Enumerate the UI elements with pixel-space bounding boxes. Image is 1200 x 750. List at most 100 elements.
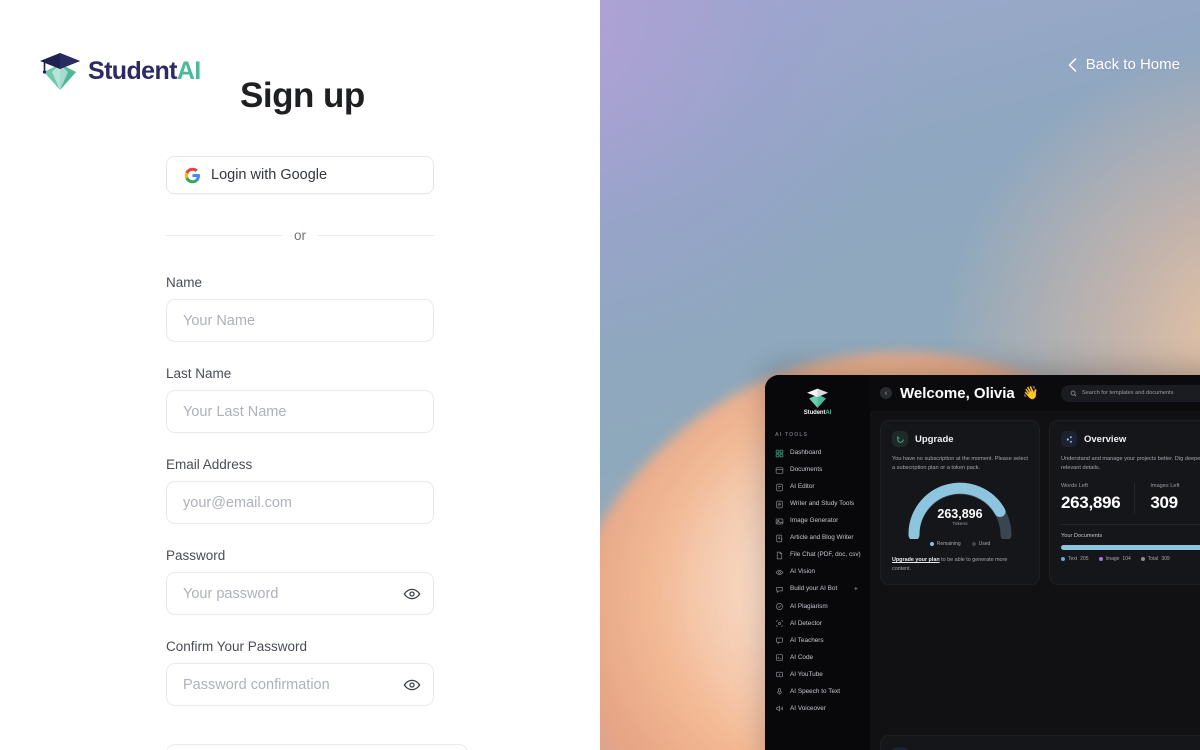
preview-sidebar-item-documents[interactable]: Documents: [765, 462, 870, 479]
preview-tokens-unit: Tokens: [952, 522, 968, 528]
grid-icon: [775, 449, 784, 458]
legend-dot-text: [1061, 557, 1065, 562]
image-icon: [775, 518, 784, 525]
page-title: Sign up: [240, 76, 365, 115]
preview-sidebar-item-dashboard[interactable]: Dashboard: [765, 445, 870, 462]
preview-sidebar-item-ai-vision[interactable]: AI Vision: [765, 564, 870, 581]
nodes-icon: [1061, 431, 1077, 447]
preview-sidebar-label: AI YouTube: [790, 670, 823, 678]
field-label-name: Name: [166, 275, 203, 290]
back-to-home-link[interactable]: Back to Home: [1068, 56, 1180, 73]
nodes-icon-glyph: [1066, 435, 1072, 443]
speaker-icon: [776, 705, 783, 712]
preview-stat-label: Images Left: [1150, 483, 1180, 490]
preview-gauge-legend: Remaining Used: [892, 541, 1028, 547]
legend-value-image: 104: [1122, 556, 1131, 563]
legend-label-remaining: Remaining: [936, 541, 961, 548]
article-icon: [776, 534, 783, 543]
divider-line-right: [318, 235, 435, 236]
toggle-confirm-password-visibility-button[interactable]: [402, 675, 422, 695]
preview-upgrade-card-head: Upgrade: [892, 431, 1028, 447]
preview-sidebar-item-image-generator[interactable]: Image Generator: [765, 513, 870, 530]
password-input[interactable]: [166, 572, 434, 615]
preview-upgrade-plan-link[interactable]: Upgrade your plan: [892, 557, 940, 563]
preview-sidebar-label: Build your AI Bot: [790, 585, 838, 593]
preview-stat-words-left: Words Left 263,896: [1061, 483, 1134, 513]
preview-sidebar-item-ai-plagiarism[interactable]: AI Plagiarism: [765, 598, 870, 615]
login-with-google-button[interactable]: Login with Google: [166, 156, 434, 194]
pen-document-icon: [776, 500, 783, 509]
brand-wordmark: StudentAI: [88, 56, 201, 85]
preview-sidebar-item-build-your-ai-bot[interactable]: Build your AI Bot +: [765, 581, 870, 598]
brand-logo[interactable]: StudentAI: [38, 50, 201, 92]
legend-dot-total: [1140, 557, 1145, 562]
toggle-password-visibility-button[interactable]: [402, 584, 422, 604]
preview-collapse-sidebar-button[interactable]: ‹: [880, 387, 892, 399]
preview-legend-used: Used: [971, 541, 990, 547]
preview-sidebar-item-article-and-blog-writer[interactable]: Article and Blog Writer: [765, 530, 870, 547]
preview-sidebar-add-icon[interactable]: +: [854, 585, 862, 594]
name-input[interactable]: [166, 299, 434, 342]
file-chat-icon: [776, 551, 783, 560]
field-label-last-name: Last Name: [166, 366, 232, 381]
search-icon: [1070, 390, 1077, 396]
chevron-left-icon: [1068, 57, 1077, 72]
preview-documents-legend: Text 205 Image 104 Total 309: [1061, 556, 1200, 562]
email-input[interactable]: [166, 481, 434, 524]
preview-doc-legend-total: Total 309: [1140, 556, 1170, 563]
preview-sidebar-item-ai-code[interactable]: AI Code: [765, 649, 870, 666]
preview-welcome-title: Welcome, Olivia: [900, 384, 1015, 402]
refresh-icon: [892, 431, 908, 447]
signup-page: StudentAI Sign up Login with Google or N…: [0, 0, 1200, 750]
eye-icon: [403, 588, 421, 599]
preview-sidebar-item-ai-speech-to-text[interactable]: AI Speech to Text: [765, 683, 870, 700]
preview-sidebar-item-ai-detector[interactable]: AI Detector: [765, 615, 870, 632]
preview-favorite-documents-panel[interactable]: Favorite Documents: [880, 735, 1200, 750]
divider-or: or: [166, 228, 435, 243]
preview-sidebar-label: Writer and Study Tools: [790, 500, 855, 508]
last-name-input[interactable]: [166, 390, 434, 433]
confirm-password-input[interactable]: [166, 663, 434, 706]
preview-topbar: ‹ Welcome, Olivia 👋 Search for templates…: [870, 375, 1200, 411]
legend-value-total: 309: [1161, 556, 1170, 563]
signup-form: Login with Google or Name Last Name: [166, 156, 435, 706]
preview-sidebar-wordmark: StudentAI: [803, 410, 832, 416]
input-wrap-confirm-password: [166, 663, 434, 706]
preview-documents-label: Your Documents: [1061, 533, 1103, 540]
preview-search-field[interactable]: Search for templates and documents: [1060, 384, 1200, 402]
refresh-icon-glyph: [896, 435, 904, 443]
preview-sidebar-item-writer-and-study-tools[interactable]: Writer and Study Tools: [765, 496, 870, 513]
preview-overview-card-head: Overview: [1061, 431, 1200, 447]
next-form-control[interactable]: [166, 744, 468, 750]
google-g-icon: [184, 167, 200, 183]
preview-logo-word2: AI: [825, 410, 832, 416]
back-to-home-label: Back to Home: [1085, 56, 1180, 73]
preview-tokens-gauge: 263,896 Tokens: [904, 481, 1016, 540]
preview-stat-images-left: Images Left 309: [1134, 483, 1193, 514]
microphone-icon: [777, 688, 782, 696]
preview-overview-description: Understand and manage your projects bett…: [1061, 456, 1200, 472]
field-confirm-password: Confirm Your Password: [166, 639, 434, 706]
preview-sidebar-logo: StudentAI: [765, 387, 870, 416]
brand-word-student: Student: [88, 56, 177, 85]
preview-sidebar-item-ai-editor[interactable]: AI Editor: [765, 479, 870, 496]
preview-sidebar-item-file-chat[interactable]: File Chat (PDF, doc, csv): [765, 547, 870, 564]
document-icon: [776, 483, 783, 492]
preview-sidebar-item-ai-teachers[interactable]: AI Teachers: [765, 632, 870, 649]
input-wrap-name: [166, 299, 434, 342]
preview-sidebar-item-ai-youtube[interactable]: AI YouTube: [765, 666, 870, 683]
preview-upgrade-title: Upgrade: [915, 433, 954, 445]
signup-right-panel: Back to Home StudentAI AI TOOLS Dashboar…: [600, 0, 1200, 750]
field-email: Email Address: [166, 457, 434, 524]
preview-sidebar-label: AI Code: [790, 653, 814, 661]
preview-logo-word1: Student: [803, 410, 826, 416]
preview-upgrade-description: You have no subscription at the moment. …: [892, 456, 1028, 472]
preview-sidebar-label: Article and Blog Writer: [790, 534, 854, 542]
input-wrap-last-name: [166, 390, 434, 433]
preview-sidebar-label: AI Editor: [790, 483, 815, 491]
legend-dot-used: [971, 542, 976, 547]
divider-line-left: [166, 235, 282, 236]
preview-stat-label: Words Left: [1061, 483, 1088, 490]
preview-divider: [1061, 524, 1200, 526]
preview-sidebar-item-ai-voiceover[interactable]: AI Voiceover: [765, 700, 870, 717]
